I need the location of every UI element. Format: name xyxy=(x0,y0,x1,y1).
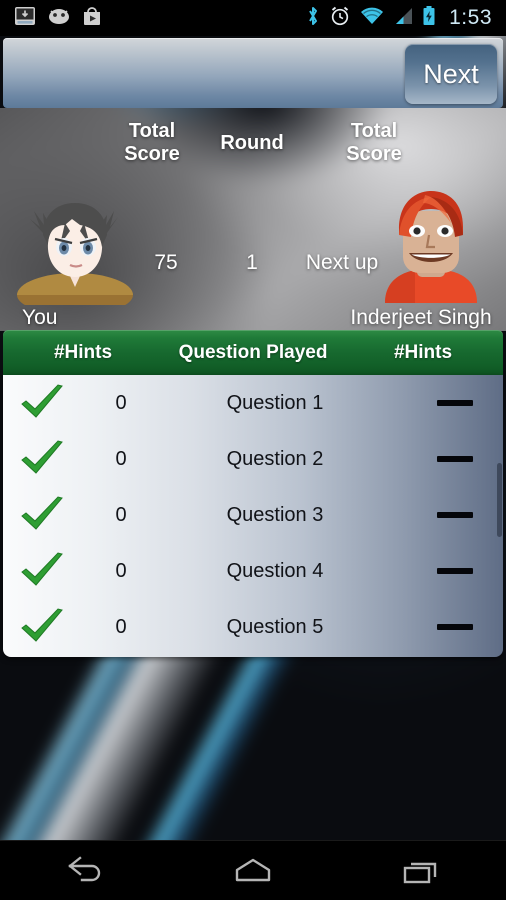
row-hints-left: 0 xyxy=(115,615,127,638)
check-icon xyxy=(3,551,81,591)
label-total-score-left-line1: Total xyxy=(128,120,176,142)
row-hints-left: 0 xyxy=(115,559,127,582)
android-navigation-bar xyxy=(0,840,506,900)
question-list[interactable]: 0 Question 1 0 Question 2 0 Question 3 0… xyxy=(3,375,503,657)
row-question-label: Question 1 xyxy=(226,391,324,414)
question-table-header: #Hints Question Played #Hints xyxy=(3,330,503,375)
table-row[interactable]: 0 Question 5 xyxy=(3,599,503,655)
row-hints-right-dash xyxy=(407,400,503,406)
row-hints-right-dash xyxy=(407,512,503,518)
label-total-score-left: Total Score xyxy=(96,120,208,166)
table-row[interactable]: 0 Question 1 xyxy=(3,375,503,431)
list-scrollbar[interactable] xyxy=(497,463,502,537)
player-left-name: You xyxy=(22,306,58,329)
dash-icon xyxy=(437,568,473,574)
screenshot-icon xyxy=(14,6,36,31)
wifi-icon xyxy=(360,6,384,31)
column-header-question-played: Question Played xyxy=(178,341,328,363)
table-row[interactable]: 0 Question 3 xyxy=(3,487,503,543)
app-top-bar: Next xyxy=(3,38,503,108)
signal-bars-icon xyxy=(393,6,413,31)
alarm-clock-icon xyxy=(329,5,351,32)
android-head-icon xyxy=(47,7,71,30)
status-bar-clock: 1:53 xyxy=(449,6,492,29)
status-bar: 1:53 xyxy=(0,0,506,36)
battery-charging-icon xyxy=(422,5,436,32)
table-row[interactable]: 0 Question 4 xyxy=(3,543,503,599)
row-hints-left: 0 xyxy=(115,447,127,470)
label-round: Round xyxy=(220,132,284,154)
check-icon xyxy=(3,383,81,423)
label-total-score-left-line2: Score xyxy=(124,143,180,165)
dash-icon xyxy=(437,456,473,462)
row-question-label: Question 5 xyxy=(226,615,324,638)
check-icon xyxy=(3,439,81,479)
row-hints-left: 0 xyxy=(115,503,127,526)
avatar-you xyxy=(17,203,133,305)
player-right[interactable]: Inderjeet Singh xyxy=(350,181,506,331)
home-button[interactable] xyxy=(203,847,303,895)
row-hints-left: 0 xyxy=(115,391,127,414)
row-question-label: Question 2 xyxy=(226,447,324,470)
status-bar-notification-icons xyxy=(0,6,306,31)
recents-button[interactable] xyxy=(372,847,472,895)
column-header-hints-left: #Hints xyxy=(53,341,113,363)
column-header-hints-right: #Hints xyxy=(393,341,453,363)
row-hints-right-dash xyxy=(407,568,503,574)
label-total-score-right: Total Score xyxy=(318,120,430,166)
next-button[interactable]: Next xyxy=(405,44,497,104)
back-button[interactable] xyxy=(34,847,134,895)
row-question-label: Question 4 xyxy=(226,559,324,582)
label-total-score-right-line1: Total xyxy=(350,120,398,142)
play-store-icon xyxy=(82,6,102,31)
scoreboard-panel: Total Score Round Total Score 75 1 Next … xyxy=(0,108,506,331)
dash-icon xyxy=(437,512,473,518)
avatar-opponent xyxy=(385,191,477,303)
check-icon xyxy=(3,607,81,647)
bluetooth-icon xyxy=(306,5,320,32)
player-left[interactable]: You xyxy=(0,181,150,331)
row-question-label: Question 3 xyxy=(226,503,324,526)
phone-screen: 1:53 Next Total Score Round Total Score … xyxy=(0,0,506,900)
row-hints-right-dash xyxy=(407,456,503,462)
table-row[interactable]: 0 Question 2 xyxy=(3,431,503,487)
dash-icon xyxy=(437,400,473,406)
dash-icon xyxy=(437,624,473,630)
status-bar-system-icons: 1:53 xyxy=(306,5,506,32)
label-total-score-right-line2: Score xyxy=(346,143,402,165)
row-hints-right-dash xyxy=(407,624,503,630)
check-icon xyxy=(3,495,81,535)
player-right-name: Inderjeet Singh xyxy=(350,306,492,329)
